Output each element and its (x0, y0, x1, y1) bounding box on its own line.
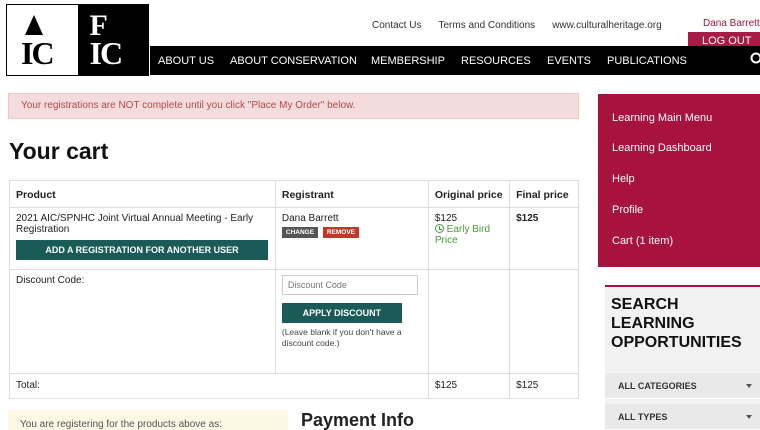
sidebar-item-learning-main-menu[interactable]: Learning Main Menu (612, 112, 712, 124)
remove-item-button[interactable]: REMOVE (322, 227, 359, 238)
discount-cell: APPLY DISCOUNT (Leave blank if you don't… (274, 269, 429, 374)
clock-icon (434, 224, 444, 233)
caret-down-icon (746, 384, 752, 388)
page-title: Your cart (9, 138, 109, 164)
discount-code-input[interactable] (281, 275, 418, 295)
change-registrant-button[interactable]: CHANGE (281, 227, 319, 238)
final-price: $125 (516, 213, 539, 224)
type-select[interactable]: ALL TYPES (605, 404, 760, 430)
total-row: Total: $125 $125 (9, 373, 579, 399)
search-heading: SEARCH LEARNING OPPORTUNITIES (611, 296, 742, 352)
table-header-row: Product Registrant Original price Final … (9, 180, 579, 208)
payment-info-heading: Payment Info (301, 410, 415, 430)
site-header: IC F IC Contact Us Terms and Conditions … (0, 0, 760, 78)
discount-row: Discount Code: APPLY DISCOUNT (Leave bla… (9, 269, 579, 374)
column-header-original-price: Original price (427, 180, 511, 208)
website-link[interactable]: www.culturalheritage.org (552, 20, 662, 31)
sidebar-item-learning-dashboard[interactable]: Learning Dashboard (612, 142, 712, 154)
caret-down-icon (746, 415, 752, 419)
total-final-price: $125 (509, 373, 579, 399)
discount-code-label: Discount Code: (9, 269, 276, 374)
utility-links: Contact Us Terms and Conditions www.cult… (372, 20, 679, 31)
sidebar-item-profile[interactable]: Profile (612, 204, 643, 216)
total-label: Total: (9, 373, 429, 399)
column-header-product: Product (9, 180, 276, 208)
column-header-registrant: Registrant (274, 180, 429, 208)
contact-us-link[interactable]: Contact Us (372, 20, 421, 31)
search-learning-panel: SEARCH LEARNING OPPORTUNITIES ALL CATEGO… (605, 285, 760, 430)
sidebar-item-help[interactable]: Help (612, 173, 635, 185)
final-price-cell: $125 (509, 207, 579, 270)
product-cell: 2021 AIC/SPNHC Joint Virtual Annual Meet… (9, 207, 276, 270)
nav-publications[interactable]: PUBLICATIONS (607, 55, 687, 67)
original-price-cell: $125 Early Bird Price (427, 207, 511, 270)
search-icon[interactable] (749, 52, 760, 66)
incomplete-registration-alert: Your registrations are NOT complete unti… (8, 93, 579, 119)
faic-logo: F IC (77, 5, 148, 75)
type-select-value: ALL TYPES (618, 412, 668, 422)
category-select[interactable]: ALL CATEGORIES (605, 373, 760, 399)
total-original-price: $125 (427, 373, 511, 399)
apply-discount-button[interactable]: APPLY DISCOUNT (281, 303, 402, 323)
nav-resources[interactable]: RESOURCES (461, 55, 531, 67)
original-price: $125 (434, 213, 458, 224)
category-select-value: ALL CATEGORIES (618, 381, 697, 391)
learning-sidebar-menu: Learning Main Menu Learning Dashboard He… (598, 94, 760, 267)
nav-about-us[interactable]: ABOUT US (158, 55, 214, 67)
registering-as-notice: You are registering for the products abo… (8, 410, 288, 430)
sidebar-item-cart[interactable]: Cart (1 item) (612, 235, 673, 247)
early-bird-note: Early Bird Price (434, 224, 503, 246)
user-name[interactable]: Dana Barrett (703, 18, 760, 29)
empty-cell (509, 269, 579, 374)
nav-membership[interactable]: MEMBERSHIP (371, 55, 445, 67)
column-header-final-price: Final price (509, 180, 579, 208)
nav-about-conservation[interactable]: ABOUT CONSERVATION (230, 55, 357, 67)
discount-help-text: (Leave blank if you don't have a discoun… (281, 327, 402, 349)
empty-cell (427, 269, 511, 374)
aic-faic-logo[interactable]: IC F IC (6, 4, 149, 76)
product-name: 2021 AIC/SPNHC Joint Virtual Annual Meet… (16, 213, 254, 235)
nav-events[interactable]: EVENTS (547, 55, 591, 67)
registrant-name: Dana Barrett (281, 213, 339, 224)
main-nav: ABOUT US ABOUT CONSERVATION MEMBERSHIP R… (150, 46, 760, 75)
terms-link[interactable]: Terms and Conditions (438, 20, 535, 31)
aic-logo: IC (7, 5, 78, 75)
add-registration-button[interactable]: ADD A REGISTRATION FOR ANOTHER USER (16, 240, 268, 260)
registrant-cell: Dana Barrett CHANGE REMOVE (274, 207, 429, 270)
cart-table: Product Registrant Original price Final … (9, 180, 579, 399)
table-row: 2021 AIC/SPNHC Joint Virtual Annual Meet… (9, 207, 579, 270)
